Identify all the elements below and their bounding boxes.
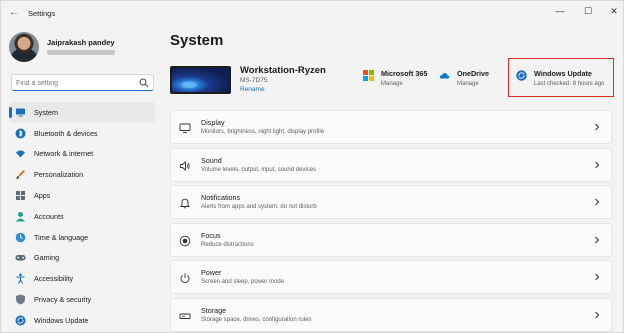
speaker-icon bbox=[180, 160, 190, 171]
card-description: Reduce distractions bbox=[201, 241, 254, 248]
globe-clock-icon bbox=[15, 232, 26, 242]
card-display[interactable]: Display Monitors, brightness, night ligh… bbox=[170, 110, 612, 144]
device-name: Workstation-Ryzen bbox=[240, 65, 326, 76]
chevron-right-icon bbox=[595, 198, 600, 206]
card-description: Screen and sleep, power mode bbox=[201, 279, 285, 285]
microsoft-logo-icon bbox=[363, 70, 374, 81]
bluetooth-icon bbox=[15, 128, 26, 139]
power-icon bbox=[180, 273, 190, 284]
wifi-icon bbox=[16, 150, 25, 158]
card-focus[interactable]: Focus Reduce distractions bbox=[170, 222, 612, 257]
sidebar-item-gaming[interactable]: Gaming bbox=[9, 248, 155, 269]
page-title: System bbox=[170, 32, 224, 49]
sidebar-item-bluetooth-devices[interactable]: Bluetooth & devices bbox=[9, 123, 155, 144]
sidebar-item-personalization[interactable]: Personalization bbox=[9, 164, 155, 185]
maximize-button[interactable]: ☐ bbox=[579, 4, 597, 18]
sidebar-item-windows-update[interactable]: Windows Update bbox=[9, 310, 155, 331]
card-description: Storage space, drives, configuration rul… bbox=[201, 316, 312, 323]
device-wallpaper-thumbnail bbox=[170, 66, 231, 94]
update-icon bbox=[15, 315, 26, 326]
chevron-right-icon bbox=[595, 273, 600, 281]
sidebar-item-apps[interactable]: Apps bbox=[9, 185, 155, 206]
brush-icon bbox=[16, 170, 25, 180]
quick-link-title: OneDrive bbox=[457, 69, 489, 78]
sidebar-item-privacy-security[interactable]: Privacy & security bbox=[9, 289, 155, 310]
cloud-icon bbox=[439, 73, 450, 79]
sidebar-item-time-language[interactable]: Time & language bbox=[9, 227, 155, 248]
sidebar-item-accounts[interactable]: Accounts bbox=[9, 206, 155, 227]
quick-link-subtitle: Manage bbox=[381, 81, 403, 87]
sidebar-item-network[interactable]: Network & internet bbox=[9, 144, 155, 165]
bell-icon bbox=[179, 198, 191, 209]
search-input[interactable] bbox=[16, 77, 134, 89]
settings-cards: Display Monitors, brightness, night ligh… bbox=[170, 110, 612, 333]
chevron-right-icon bbox=[595, 311, 600, 318]
rename-link[interactable]: Rename bbox=[240, 86, 265, 93]
settings-window: ← Settings — ☐ ✕ Jaiprakash pandey Syste… bbox=[0, 0, 624, 333]
sidebar-item-label: Accounts bbox=[34, 211, 64, 221]
focus-icon bbox=[179, 235, 191, 246]
card-title: Sound bbox=[201, 155, 222, 165]
accessibility-icon bbox=[16, 273, 25, 285]
display-icon bbox=[179, 123, 191, 133]
close-button[interactable]: ✕ bbox=[605, 4, 623, 18]
apps-icon bbox=[16, 191, 25, 201]
search-icon[interactable] bbox=[139, 78, 149, 88]
chevron-right-icon bbox=[595, 123, 600, 131]
card-title: Power bbox=[201, 268, 222, 277]
minimize-button[interactable]: — bbox=[551, 4, 569, 18]
sidebar-item-label: Personalization bbox=[34, 170, 84, 180]
card-sound[interactable]: Sound Volume levels, output, input, soun… bbox=[170, 147, 612, 182]
user-name: Jaiprakash pandey bbox=[47, 38, 115, 47]
sidebar-item-label: Apps bbox=[34, 191, 51, 201]
sidebar-item-label: Bluetooth & devices bbox=[34, 128, 98, 138]
card-title: Storage bbox=[201, 305, 227, 315]
back-arrow-icon[interactable]: ← bbox=[7, 6, 21, 20]
card-storage[interactable]: Storage Storage space, drives, configura… bbox=[170, 297, 612, 332]
card-description: Alerts from apps and system, do not dist… bbox=[201, 204, 317, 210]
search-box[interactable] bbox=[11, 74, 154, 91]
card-title: Notifications bbox=[201, 193, 241, 202]
sidebar-item-label: System bbox=[34, 107, 58, 117]
person-icon bbox=[16, 211, 25, 222]
quick-link-subtitle: Manage bbox=[457, 81, 479, 87]
sidebar-item-system[interactable]: System bbox=[9, 102, 155, 123]
card-description: Volume levels, output, input, sound devi… bbox=[201, 166, 317, 173]
sidebar-item-accessibility[interactable]: Accessibility bbox=[9, 268, 155, 289]
app-title: Settings bbox=[28, 9, 56, 18]
shield-icon bbox=[16, 294, 25, 305]
device-model: MS-7D75 bbox=[240, 77, 268, 84]
chevron-right-icon bbox=[595, 161, 600, 168]
chevron-right-icon bbox=[595, 236, 600, 243]
sidebar-item-label: Accessibility bbox=[34, 274, 74, 284]
annotation-highlight-box bbox=[508, 58, 614, 97]
card-notifications[interactable]: Notifications Alerts from apps and syste… bbox=[170, 185, 612, 219]
sidebar-item-label: Time & language bbox=[34, 232, 89, 242]
user-email-redacted bbox=[47, 50, 115, 55]
monitor-icon bbox=[16, 108, 25, 117]
card-title: Focus bbox=[201, 230, 221, 240]
gamepad-icon bbox=[15, 255, 26, 261]
sidebar-nav: System Bluetooth & devices Network & int… bbox=[9, 102, 155, 331]
card-description: Monitors, brightness, night light, displ… bbox=[201, 129, 325, 135]
card-power[interactable]: Power Screen and sleep, power mode bbox=[170, 260, 612, 294]
sidebar-item-label: Privacy & security bbox=[34, 295, 92, 305]
storage-icon bbox=[179, 313, 191, 319]
avatar[interactable] bbox=[9, 32, 39, 62]
sidebar-item-label: Network & internet bbox=[34, 149, 94, 159]
card-title: Display bbox=[201, 118, 225, 127]
scrollbar[interactable] bbox=[617, 111, 619, 321]
sidebar-item-label: Gaming bbox=[34, 253, 60, 263]
sidebar-item-label: Windows Update bbox=[34, 315, 89, 325]
quick-link-title: Microsoft 365 bbox=[381, 69, 428, 78]
title-bar: ← Settings — ☐ ✕ bbox=[1, 1, 623, 25]
